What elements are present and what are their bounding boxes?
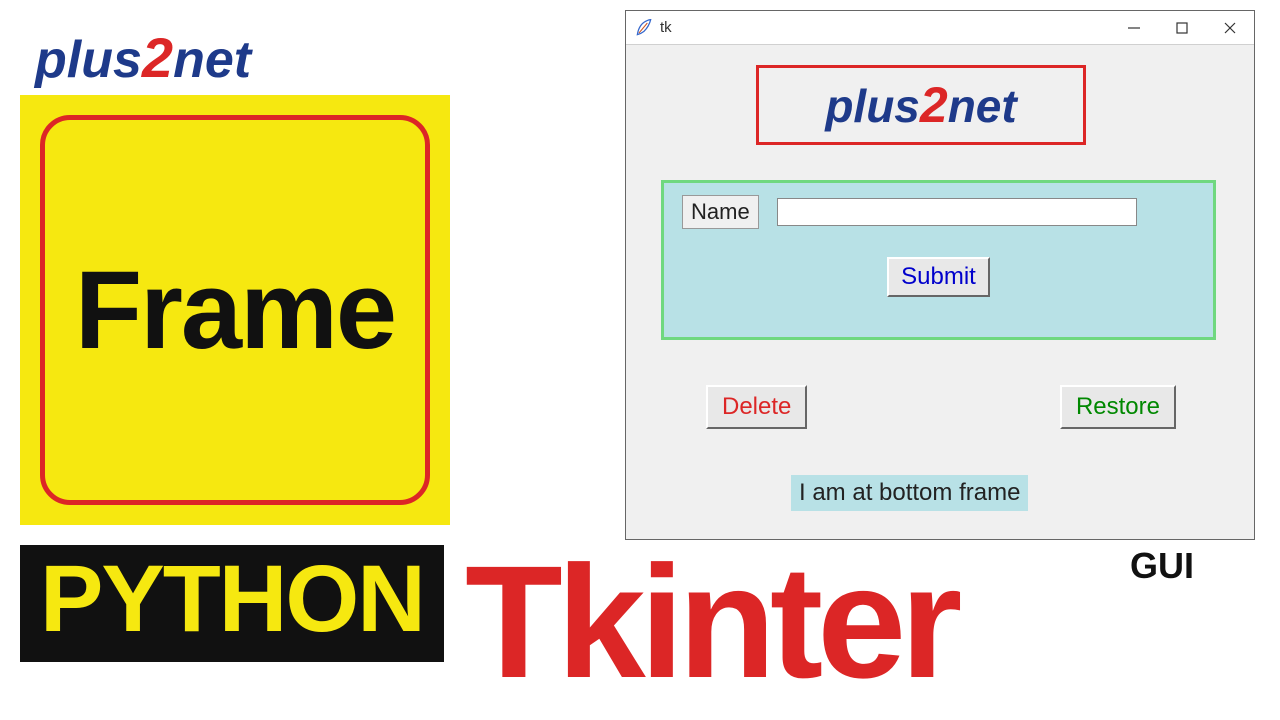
minimize-button[interactable] bbox=[1110, 11, 1158, 44]
logo-part1: plus bbox=[35, 31, 142, 89]
action-button-row: Delete Restore bbox=[706, 385, 1176, 429]
close-button[interactable] bbox=[1206, 11, 1254, 44]
python-banner: PYTHON bbox=[20, 545, 444, 662]
maximize-button[interactable] bbox=[1158, 11, 1206, 44]
tkinter-feather-icon bbox=[634, 18, 654, 38]
logo-frame: plus2net bbox=[756, 65, 1086, 145]
window-body: plus2net Name Submit Delete Restore I am… bbox=[626, 45, 1254, 539]
python-text: PYTHON bbox=[40, 546, 424, 652]
logo-frame-part3: net bbox=[948, 80, 1017, 132]
logo-frame-text: plus2net bbox=[825, 76, 1016, 134]
submit-row: Submit bbox=[682, 257, 1195, 297]
brand-logo: plus2net bbox=[35, 25, 251, 90]
logo-frame-part1: plus bbox=[825, 80, 920, 132]
name-input[interactable] bbox=[777, 198, 1137, 226]
window-controls bbox=[1110, 11, 1254, 44]
name-row: Name bbox=[682, 195, 1195, 229]
logo-part3: net bbox=[173, 31, 251, 89]
window-title: tk bbox=[660, 19, 1110, 36]
close-icon bbox=[1224, 22, 1236, 34]
frame-banner-border: Frame bbox=[40, 115, 430, 505]
name-label: Name bbox=[682, 195, 759, 229]
restore-button[interactable]: Restore bbox=[1060, 385, 1176, 429]
logo-frame-part2: 2 bbox=[920, 77, 948, 133]
submit-button[interactable]: Submit bbox=[887, 257, 990, 297]
frame-banner: Frame bbox=[20, 95, 450, 525]
delete-button[interactable]: Delete bbox=[706, 385, 807, 429]
bottom-frame-label: I am at bottom frame bbox=[791, 475, 1028, 511]
frame-title: Frame bbox=[75, 247, 395, 374]
gui-text: GUI bbox=[1130, 545, 1194, 587]
minimize-icon bbox=[1128, 22, 1140, 34]
form-frame: Name Submit bbox=[661, 180, 1216, 340]
maximize-icon bbox=[1176, 22, 1188, 34]
window-titlebar: tk bbox=[626, 11, 1254, 45]
logo-part2: 2 bbox=[142, 26, 173, 89]
tkinter-window: tk plus2net Name Submit bbox=[625, 10, 1255, 540]
tkinter-text: Tkinter bbox=[465, 530, 956, 714]
